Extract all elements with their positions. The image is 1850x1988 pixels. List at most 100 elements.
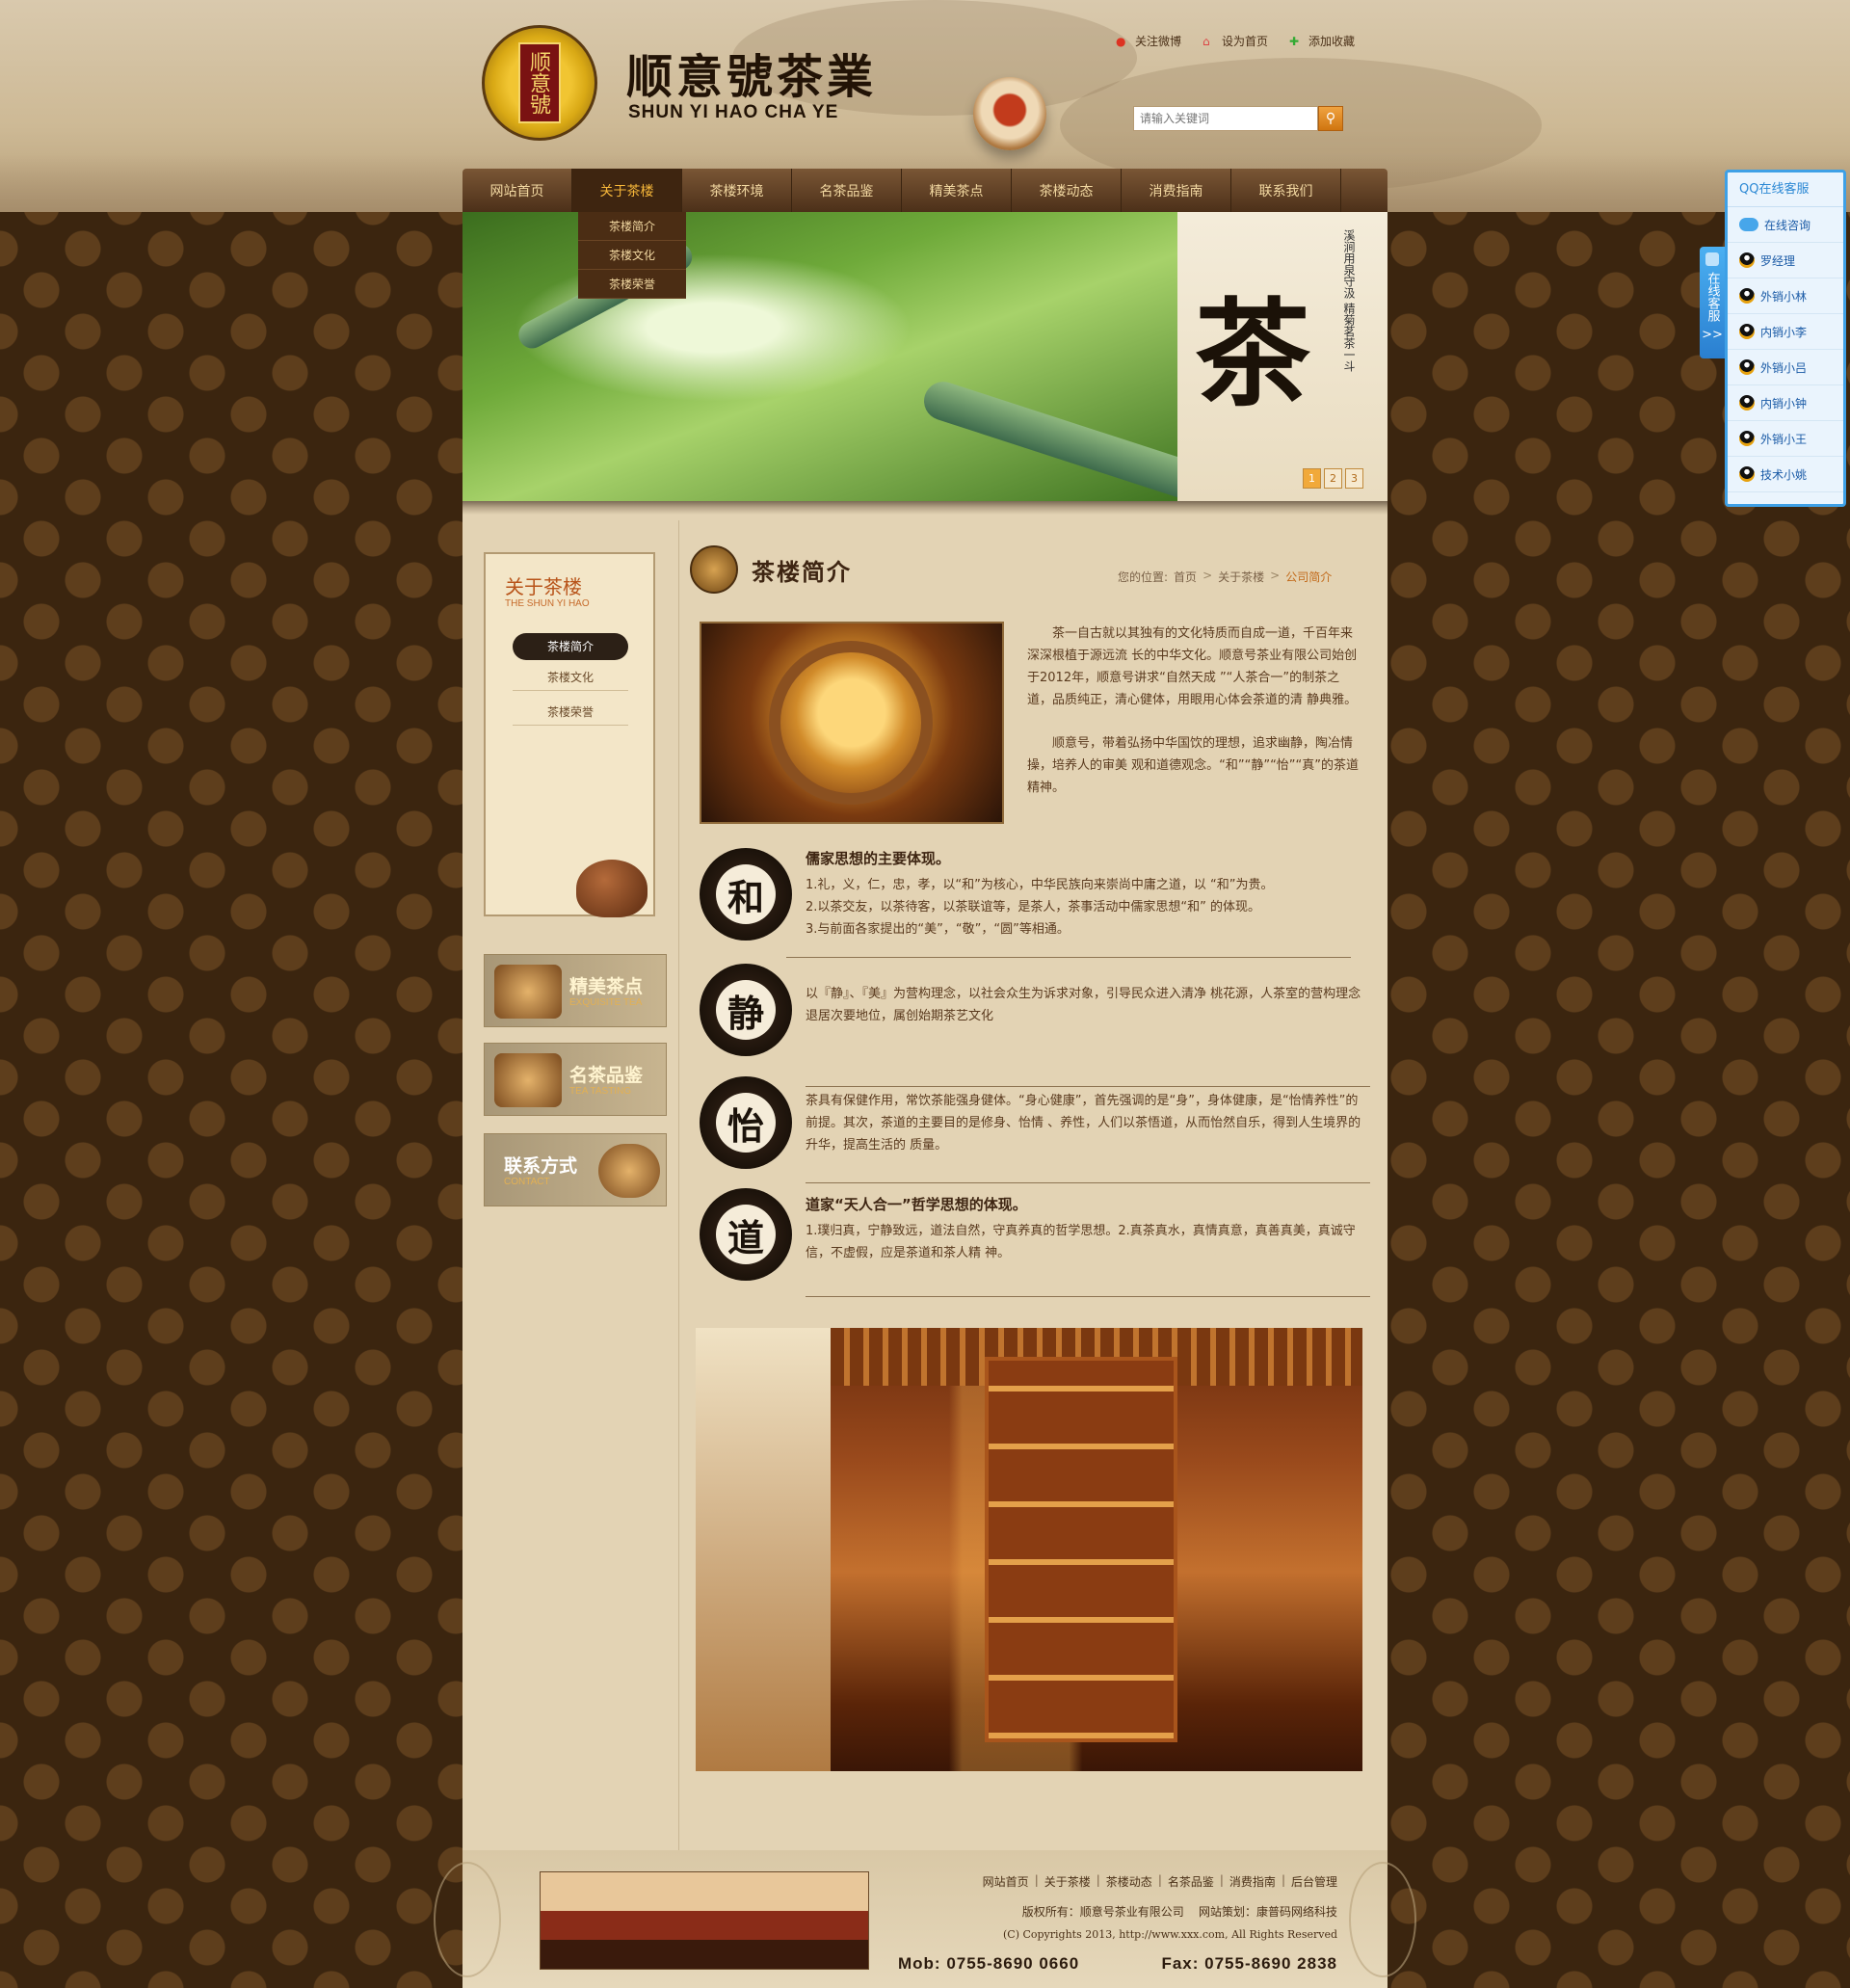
promo-contact[interactable]: 联系方式 CONTACT	[484, 1133, 667, 1206]
footer-separator: |	[1034, 1873, 1039, 1887]
nav-environment[interactable]: 茶楼环境	[682, 169, 792, 212]
nav-home[interactable]: 网站首页	[462, 169, 572, 212]
footer-link-guide[interactable]: 消费指南	[1229, 1873, 1276, 1890]
value-line: 1.礼，义，仁，忠，孝，以“和”为核心，中华民族向来崇尚中庸之道，以 “和”为贵…	[806, 878, 1274, 892]
penguin-icon	[1739, 431, 1755, 446]
intro-text: 茶一自古就以其独有的文化特质而自成一道，千百年来深深根植于源远流 长的中华文化。…	[1027, 623, 1362, 820]
footer-link-admin[interactable]: 后台管理	[1291, 1873, 1337, 1890]
weibo-icon: ●	[1116, 34, 1126, 48]
sidebar-title: 关于茶楼	[505, 575, 582, 598]
value-line: 3.与前面各家提出的“美”，“敬”，“圆”等相通。	[806, 922, 1070, 937]
qq-item-domestic-zhong[interactable]: 内销小钟	[1728, 385, 1843, 421]
dao-stamp-icon: 道	[700, 1188, 792, 1281]
value-heading: 儒家思想的主要体现。	[806, 850, 951, 867]
nav-contact[interactable]: 联系我们	[1231, 169, 1341, 212]
qq-item-label: 外销小林	[1760, 289, 1808, 304]
cloud-icon	[1739, 218, 1758, 231]
set-homepage-link[interactable]: ⌂ 设为首页	[1202, 33, 1268, 49]
promo-contact-title: 联系方式	[504, 1155, 578, 1177]
jing-stamp-icon: 静	[700, 964, 792, 1056]
search-bar: ⚲	[1133, 106, 1343, 131]
weibo-link[interactable]: ● 关注微博	[1116, 33, 1181, 49]
slide-dot-1[interactable]: 1	[1303, 468, 1321, 489]
footer: 网站首页 | 关于茶楼 | 茶楼动态 | 名茶品鉴 | 消费指南 | 后台管理 版权所有：…	[434, 1850, 1416, 1988]
footer-link-about[interactable]: 关于茶楼	[1044, 1873, 1091, 1890]
tea-image	[494, 1053, 562, 1107]
brand-logo[interactable]: 顺意號	[482, 25, 597, 141]
brand-name-english: SHUN YI HAO CHA YE	[628, 102, 839, 122]
qq-item-manager[interactable]: 罗经理	[1728, 243, 1843, 278]
yi-character: 怡	[716, 1093, 776, 1153]
value-line: 茶具有保健作用，常饮茶能强身健体。“身心健康”，首先强调的是“身”，身体健康，是…	[806, 1094, 1361, 1153]
value-text: 道家“天人合一”哲学思想的体现。 1.璞归真，宁静致远，道法自然，守真养真的哲学…	[806, 1194, 1364, 1264]
logo-seal-text: 顺意號	[518, 42, 561, 123]
penguin-icon	[1739, 466, 1755, 482]
nav-guide[interactable]: 消费指南	[1122, 169, 1231, 212]
footer-mobile: Mob: 0755-8690 0660	[898, 1954, 1080, 1973]
teahouse-shelf-photo	[696, 1328, 1362, 1771]
breadcrumb-home[interactable]: 首页	[1174, 569, 1197, 585]
qq-item-label: 外销小王	[1760, 432, 1808, 446]
footer-copyright: 版权所有：顺意号茶业有限公司 网站策划：康普码网络科技 (C) Copyrigh…	[906, 1900, 1337, 1947]
page-container: 顺意號 顺意號茶業 SHUN YI HAO CHA YE ● 关注微博 ⌂ 设为首页…	[434, 0, 1416, 1988]
qq-item-export-wang[interactable]: 外销小王	[1728, 421, 1843, 457]
sidebar-subtitle: THE SHUN YI HAO	[505, 598, 590, 609]
value-divider	[806, 1182, 1370, 1183]
search-input[interactable]	[1133, 106, 1318, 131]
dropdown-item-honor[interactable]: 茶楼荣誉	[578, 270, 686, 299]
calligraphy-wall	[696, 1328, 831, 1771]
sidebar-item-honor[interactable]: 茶楼荣誉	[513, 699, 628, 726]
value-divider	[806, 1086, 1370, 1087]
footer-pattern-right	[1349, 1862, 1416, 1977]
value-line: 2.以茶交友，以茶待客，以茶联谊等，是茶人，茶事活动中儒家思想“和” 的体现。	[806, 900, 1261, 914]
dropdown-item-intro[interactable]: 茶楼简介	[578, 212, 686, 241]
sidebar-menu: 关于茶楼 THE SHUN YI HAO 茶楼简介 茶楼文化 茶楼荣誉	[484, 552, 655, 916]
footer-link-news[interactable]: 茶楼动态	[1106, 1873, 1152, 1890]
nav-snacks[interactable]: 精美茶点	[902, 169, 1012, 212]
nav-about[interactable]: 关于茶楼	[572, 169, 682, 212]
nav-famous-tea[interactable]: 名茶品鉴	[792, 169, 902, 212]
content-top-border	[462, 501, 1388, 515]
qq-item-consult[interactable]: 在线咨询	[1728, 207, 1843, 243]
qq-item-domestic-li[interactable]: 内销小李	[1728, 314, 1843, 350]
promo-tea-tasting[interactable]: 名茶品鉴 TEA TASTING	[484, 1043, 667, 1116]
teahouse-interior-photo	[700, 622, 1004, 824]
dropdown-item-culture[interactable]: 茶楼文化	[578, 241, 686, 270]
qq-item-label: 在线咨询	[1764, 218, 1811, 232]
slide-dot-2[interactable]: 2	[1324, 468, 1342, 489]
footer-link-tea[interactable]: 名茶品鉴	[1168, 1873, 1214, 1890]
qq-item-label: 罗经理	[1760, 253, 1796, 268]
qq-item-export-lv[interactable]: 外销小吕	[1728, 350, 1843, 385]
slide-dot-3[interactable]: 3	[1345, 468, 1363, 489]
bamboo-photo	[462, 212, 1225, 501]
search-button[interactable]: ⚲	[1318, 106, 1343, 131]
favorite-icon: ✚	[1289, 34, 1300, 48]
footer-copyright-text: (C) Copyrights 2013, http://www.xxx.com,…	[1002, 1928, 1337, 1941]
footer-contact-numbers: Mob: 0755-8690 0660 Fax: 0755-8690 2838	[898, 1954, 1337, 1974]
qq-item-export-lin[interactable]: 外销小林	[1728, 278, 1843, 314]
home-icon: ⌂	[1202, 34, 1210, 48]
qq-service-tab[interactable]: 在线客服 >>	[1700, 247, 1725, 358]
footer-separator: |	[1281, 1873, 1285, 1887]
main-content: 关于茶楼 THE SHUN YI HAO 茶楼简介 茶楼文化 茶楼荣誉 精美茶点…	[462, 501, 1388, 1869]
qq-item-label: 外销小吕	[1760, 360, 1808, 375]
calligraphy-art: 茶 溪涧用泉守汲 精菊茗茶一斗	[1177, 212, 1388, 501]
qq-item-tech-yao[interactable]: 技术小姚	[1728, 457, 1843, 492]
qq-service-panel: QQ在线客服 在线咨询 罗经理 外销小林 内销小李 外销小吕 内销小钟 外销小王…	[1725, 170, 1846, 507]
sidebar-item-intro[interactable]: 茶楼简介	[513, 633, 628, 660]
footer-link-home[interactable]: 网站首页	[983, 1873, 1029, 1890]
he-stamp-icon: 和	[700, 848, 792, 941]
promo-snacks-subtitle: EXQUISITE TEA	[569, 997, 643, 1008]
breadcrumb-separator: >	[1202, 569, 1213, 582]
nav-about-dropdown: 茶楼简介 茶楼文化 茶楼荣誉	[578, 212, 686, 299]
nav-news[interactable]: 茶楼动态	[1012, 169, 1122, 212]
column-divider	[678, 520, 679, 1869]
section-header: 茶楼简介	[690, 545, 852, 594]
contact-image	[598, 1144, 660, 1198]
breadcrumb-about[interactable]: 关于茶楼	[1218, 569, 1264, 585]
add-favorite-link[interactable]: ✚ 添加收藏	[1289, 33, 1355, 49]
promo-snacks[interactable]: 精美茶点 EXQUISITE TEA	[484, 954, 667, 1027]
promo-snacks-title: 精美茶点	[569, 976, 644, 997]
sidebar-item-culture[interactable]: 茶楼文化	[513, 664, 628, 691]
promo-tea-title: 名茶品鉴	[569, 1065, 644, 1086]
